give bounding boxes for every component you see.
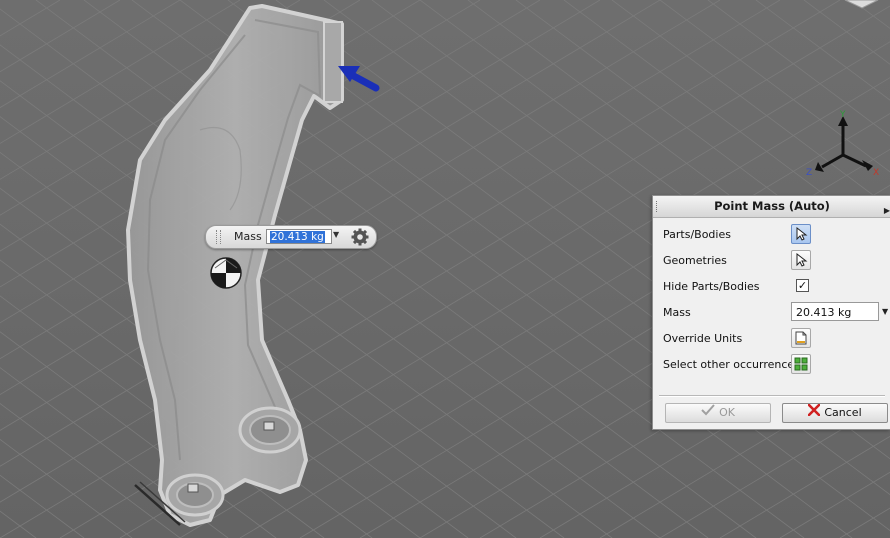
row-mass: Mass 20.413 kg ▼ [663, 302, 888, 324]
grid-line [0, 8, 709, 538]
ok-button[interactable]: OK [665, 403, 771, 423]
dialog-grip[interactable] [656, 201, 659, 212]
mass-input[interactable]: 20.413 kg [791, 302, 879, 321]
parts-bodies-label: Parts/Bodies [663, 228, 731, 241]
pointer-icon [796, 227, 808, 241]
mini-mass-label: Mass [234, 230, 262, 243]
hide-parts-bodies-checkbox[interactable]: ✓ [796, 279, 809, 292]
hide-parts-bodies-label: Hide Parts/Bodies [663, 280, 760, 293]
check-icon [701, 404, 715, 422]
row-override-units: Override Units [663, 328, 888, 350]
mass-label: Mass [663, 306, 691, 319]
axis-x-label: X [873, 168, 879, 178]
mini-mass-value: 20.413 kg [270, 231, 325, 243]
ok-label: OK [719, 406, 735, 419]
row-select-other: Select other occurrences [663, 354, 888, 376]
dialog-separator [659, 395, 885, 397]
point-mass-dialog: Point Mass (Auto) ▶ Parts/Bodies Geometr… [652, 195, 890, 430]
geometries-label: Geometries [663, 254, 727, 267]
view-triad[interactable]: Y Z X [806, 0, 879, 178]
select-other-occurrences-button[interactable] [791, 354, 811, 374]
expand-arrow-icon[interactable]: ▶ [884, 200, 890, 221]
axis-z-label: Z [806, 168, 812, 178]
parts-bodies-select-button[interactable] [791, 224, 811, 244]
cancel-button[interactable]: Cancel [782, 403, 888, 423]
dialog-title: Point Mass (Auto) [714, 199, 830, 213]
axis-y-label: Y [839, 110, 846, 120]
dialog-title-bar[interactable]: Point Mass (Auto) ▶ [653, 196, 890, 218]
geometries-select-button[interactable] [791, 250, 811, 270]
gear-icon[interactable] [350, 227, 370, 247]
mini-mass-input[interactable]: 20.413 kg [266, 229, 332, 244]
mass-input-value: 20.413 kg [796, 306, 852, 319]
select-other-label: Select other occurrences [663, 358, 800, 371]
row-geometries: Geometries [663, 250, 888, 272]
point-mass-icon[interactable] [209, 256, 243, 290]
mini-toolbar-grip[interactable] [216, 230, 221, 244]
pointer-icon [796, 253, 808, 267]
grid-line [0, 438, 133, 538]
cancel-label: Cancel [824, 406, 862, 419]
chevron-down-icon[interactable]: ▼ [333, 230, 343, 239]
grid-icon [794, 357, 808, 371]
chevron-down-icon[interactable]: ▼ [882, 307, 888, 316]
document-icon [795, 331, 807, 345]
row-hide-parts-bodies: Hide Parts/Bodies ✓ [663, 276, 888, 298]
cancel-x-icon [808, 403, 821, 422]
mini-toolbar: Mass 20.413 kg ▼ [205, 225, 377, 249]
override-units-button[interactable] [791, 328, 811, 348]
row-parts-bodies: Parts/Bodies [663, 224, 888, 246]
override-units-label: Override Units [663, 332, 743, 345]
